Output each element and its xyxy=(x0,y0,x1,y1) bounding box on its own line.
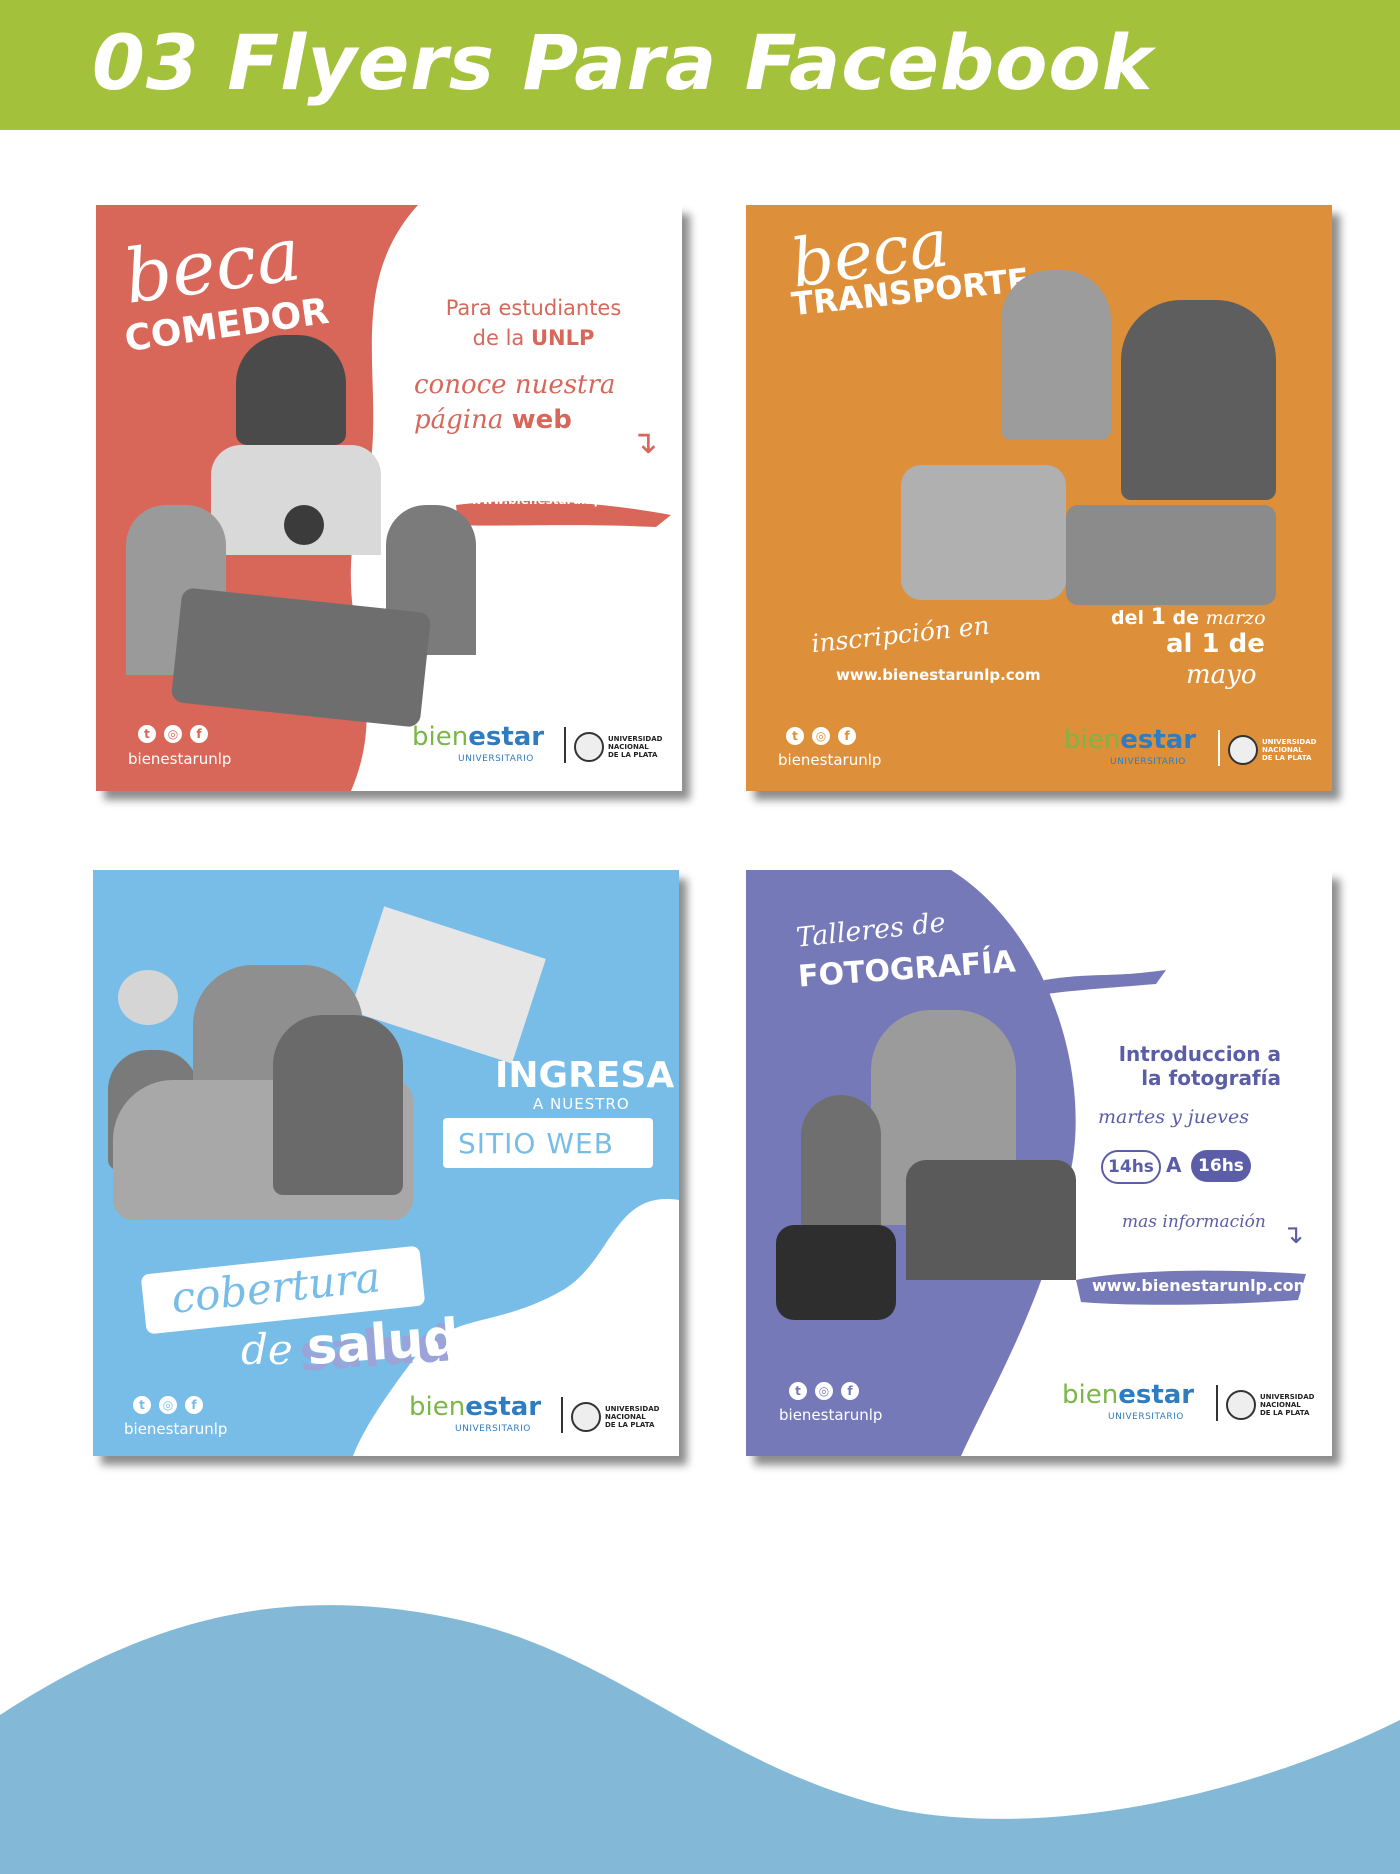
time-separator: A xyxy=(1166,1153,1182,1177)
flyer-beca-transporte[interactable]: beca TRANSPORTE inscripción en www.biene… xyxy=(746,205,1332,791)
social-icons: t ◎ f xyxy=(138,725,208,743)
apple-photo xyxy=(284,505,324,545)
bienestar-logo: bienestar xyxy=(412,722,545,752)
end-time-badge: 16hs xyxy=(1191,1150,1251,1182)
universitario-label: UNIVERSITARIO xyxy=(458,754,534,764)
intro-line-1: Introduccion a xyxy=(1118,1042,1281,1066)
unlp-seal-icon xyxy=(574,732,604,762)
social-handle: bienestarunlp xyxy=(124,1420,228,1438)
mas-info-text: mas información xyxy=(1122,1212,1266,1232)
girl-photo xyxy=(1001,270,1111,440)
universitario-label: UNIVERSITARIO xyxy=(1108,1412,1184,1422)
logo-divider xyxy=(561,1397,563,1433)
start-time-badge: 14hs xyxy=(1101,1150,1161,1184)
cta-line-1: conoce nuestra xyxy=(414,370,616,400)
date-del: del xyxy=(1111,607,1151,629)
social-icons: t ◎ f xyxy=(786,727,856,745)
url-link[interactable]: www.bienestarunlp.com xyxy=(1092,1276,1310,1295)
bienestar-logo: bienestar xyxy=(409,1392,542,1422)
man-with-headphones-photo xyxy=(1121,300,1276,500)
unlp-name: UNIVERSIDAD NACIONAL DE LA PLATA xyxy=(608,735,663,759)
unlp-seal-icon xyxy=(1226,1390,1256,1420)
instagram-icon[interactable]: ◎ xyxy=(815,1382,833,1400)
logo-divider xyxy=(1218,730,1220,766)
subtitle-prefix: de la xyxy=(472,326,531,350)
date-marzo: marzo xyxy=(1205,607,1266,629)
logo-divider xyxy=(1216,1385,1218,1421)
flyer-cobertura-salud[interactable]: INGRESA A NUESTRO SITIO WEB cobertura de… xyxy=(93,870,679,1456)
unlp-seal-icon xyxy=(571,1402,601,1432)
subtitle-line-1: Para estudiantes xyxy=(445,296,622,320)
arrow-icon: ↴ xyxy=(1282,1220,1304,1250)
social-icons: t ◎ f xyxy=(133,1396,203,1414)
decorative-wave xyxy=(0,1605,1400,1874)
date-de: de xyxy=(1165,607,1206,629)
unlp-name: UNIVERSIDAD NACIONAL DE LA PLATA xyxy=(605,1405,660,1429)
facebook-icon[interactable]: f xyxy=(838,727,856,745)
twitter-icon[interactable]: t xyxy=(138,725,156,743)
flyer-talleres-fotografia[interactable]: Talleres de FOTOGRAFÍA Introduccion a la… xyxy=(746,870,1332,1456)
classroom-photo xyxy=(906,1160,1076,1280)
instagram-icon[interactable]: ◎ xyxy=(164,725,182,743)
twitter-icon[interactable]: t xyxy=(786,727,804,745)
twitter-icon[interactable]: t xyxy=(133,1396,151,1414)
unlp-name: UNIVERSIDAD NACIONAL DE LA PLATA xyxy=(1262,738,1317,762)
a-nuestro-text: A NUESTRO xyxy=(533,1095,630,1113)
page-header: 03 Flyers Para Facebook xyxy=(0,0,1400,130)
bienestar-logo: bienestar xyxy=(1064,725,1197,755)
cta-line-2-script: página xyxy=(414,405,512,435)
arrow-icon: ↴ xyxy=(631,423,658,461)
social-icons: t ◎ f xyxy=(789,1382,859,1400)
facebook-icon[interactable]: f xyxy=(841,1382,859,1400)
bus-photo xyxy=(1066,505,1276,605)
date-al: al 1 de xyxy=(1166,629,1265,659)
tram-photo xyxy=(901,465,1066,600)
chef-photo xyxy=(236,335,346,445)
subtitle-bold: UNLP xyxy=(530,326,595,350)
logo-divider xyxy=(564,727,566,763)
dentist-photo xyxy=(273,1015,403,1195)
ingresa-text: INGRESA xyxy=(495,1055,675,1096)
sitio-web-text[interactable]: SITIO WEB xyxy=(458,1127,614,1160)
instagram-icon[interactable]: ◎ xyxy=(812,727,830,745)
de-text: de xyxy=(241,1325,293,1374)
facebook-icon[interactable]: f xyxy=(185,1396,203,1414)
unlp-seal-icon xyxy=(1228,735,1258,765)
twitter-icon[interactable]: t xyxy=(789,1382,807,1400)
unlp-name: UNIVERSIDAD NACIONAL DE LA PLATA xyxy=(1260,1393,1315,1417)
intro-line-2: la fotografía xyxy=(1141,1066,1281,1090)
social-handle: bienestarunlp xyxy=(779,1406,883,1424)
date-day: 1 xyxy=(1150,605,1166,630)
dental-lamp-photo xyxy=(118,970,178,1025)
facebook-icon[interactable]: f xyxy=(190,725,208,743)
social-handle: bienestarunlp xyxy=(128,750,232,768)
date-mayo: mayo xyxy=(1186,660,1257,690)
universitario-label: UNIVERSITARIO xyxy=(1110,757,1186,767)
url-link[interactable]: www.bienestarunlp.com xyxy=(471,493,635,507)
salud-text: salud xyxy=(305,1307,461,1377)
bienestar-logo: bienestar xyxy=(1062,1380,1195,1410)
days-text: martes y jueves xyxy=(1098,1106,1249,1128)
subtitle-line-2: de la UNLP xyxy=(421,323,646,353)
cta-line-2-bold: web xyxy=(511,405,572,435)
url-link[interactable]: www.bienestarunlp.com xyxy=(836,666,1041,684)
instagram-icon[interactable]: ◎ xyxy=(159,1396,177,1414)
flyer-beca-comedor[interactable]: beca COMEDOR Para estudiantes de la UNLP… xyxy=(96,205,682,791)
camera-photo xyxy=(776,1225,896,1320)
page-title: 03 Flyers Para Facebook xyxy=(92,18,1154,107)
universitario-label: UNIVERSITARIO xyxy=(455,1424,531,1434)
social-handle: bienestarunlp xyxy=(778,751,882,769)
